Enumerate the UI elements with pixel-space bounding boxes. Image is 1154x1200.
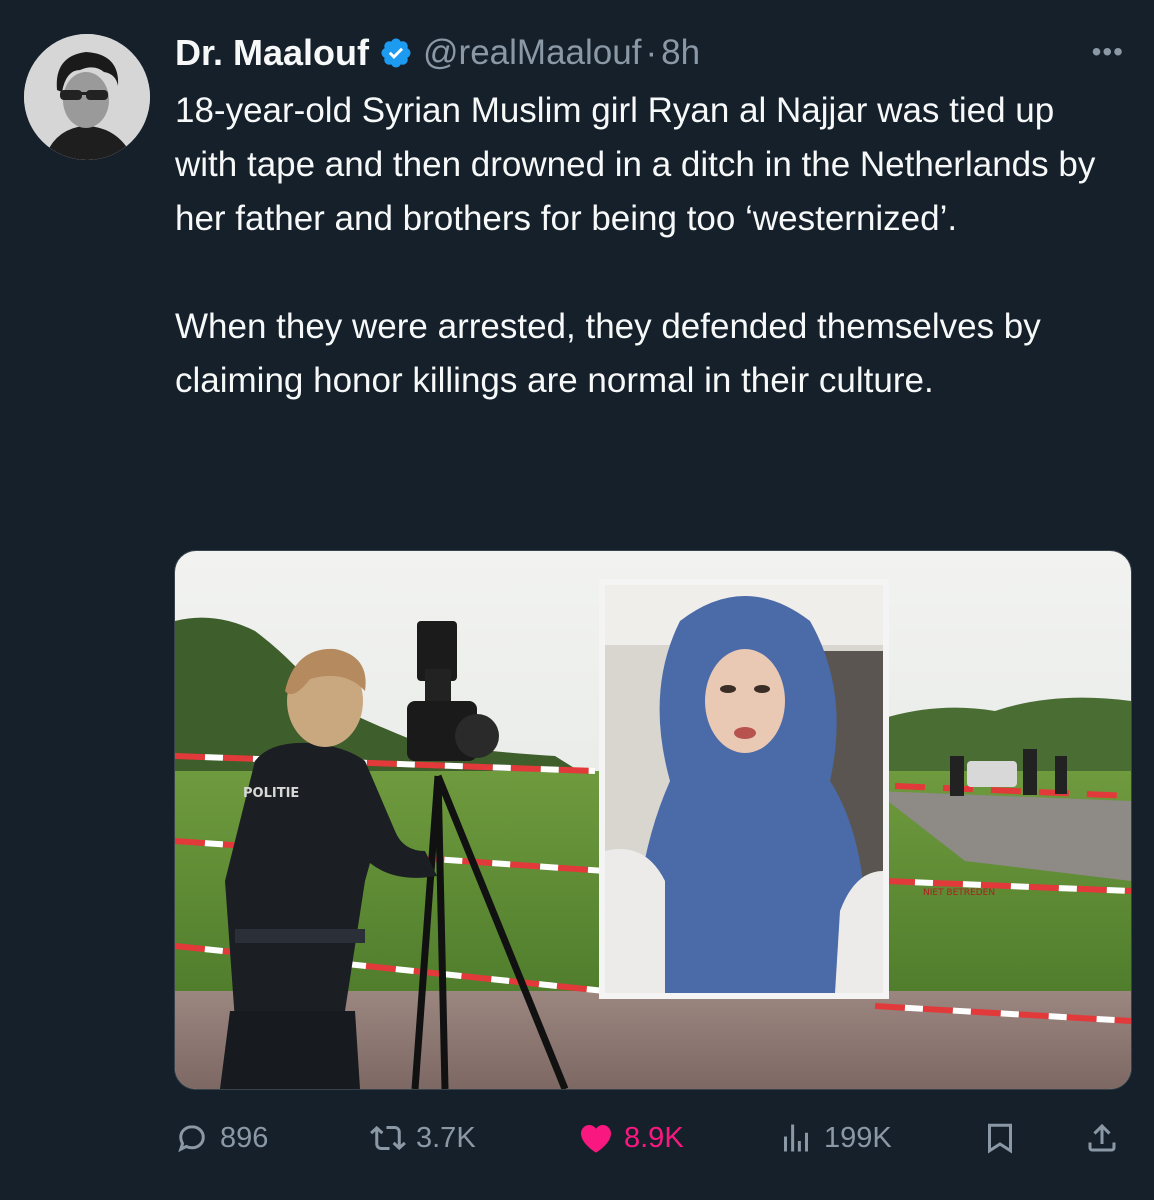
share-icon: [1088, 1123, 1116, 1152]
views-button[interactable]: 199K: [778, 1108, 892, 1168]
avatar-image: [24, 34, 150, 160]
like-count: 8.9K: [624, 1121, 684, 1154]
author-handle[interactable]: @realMaalouf: [423, 33, 641, 73]
tweet-timestamp[interactable]: 8h: [661, 33, 700, 73]
tweet-paragraph: When they were arrested, they defended t…: [175, 307, 1041, 400]
tweet-paragraph: 18-year-old Syrian Muslim girl Ryan al N…: [175, 91, 1096, 238]
separator-dot: ·: [645, 33, 658, 72]
avatar[interactable]: [24, 34, 150, 160]
views-count: 199K: [824, 1121, 892, 1154]
author-name[interactable]: Dr. Maalouf: [175, 32, 369, 74]
share-button[interactable]: [1084, 1108, 1120, 1168]
tape-text: NIET BETREDEN: [923, 888, 995, 898]
like-button[interactable]: 8.9K: [578, 1108, 684, 1168]
police-vest-text: POLITIE: [243, 786, 299, 801]
tweet-actions: 896 3.7K 8.9K 199K: [174, 1108, 1130, 1168]
more-icon[interactable]: •••: [1092, 36, 1124, 68]
reply-count: 896: [220, 1121, 269, 1154]
retweet-count: 3.7K: [416, 1121, 476, 1154]
verified-badge-icon: [381, 38, 411, 68]
reply-icon: [178, 1125, 205, 1153]
bookmark-button[interactable]: [982, 1108, 1018, 1168]
retweet-button[interactable]: 3.7K: [370, 1108, 476, 1168]
tweet-header: Dr. Maalouf @realMaalouf · 8h •••: [175, 30, 1124, 76]
heart-icon: [581, 1124, 611, 1153]
tweet-text: 18-year-old Syrian Muslim girl Ryan al N…: [175, 84, 1125, 408]
reply-button[interactable]: 896: [174, 1108, 268, 1168]
views-icon: [784, 1124, 808, 1152]
retweet-icon: [370, 1125, 406, 1151]
bookmark-icon: [988, 1123, 1012, 1154]
tweet-media-image[interactable]: POLITIE NIET BETREDEN: [174, 550, 1132, 1090]
